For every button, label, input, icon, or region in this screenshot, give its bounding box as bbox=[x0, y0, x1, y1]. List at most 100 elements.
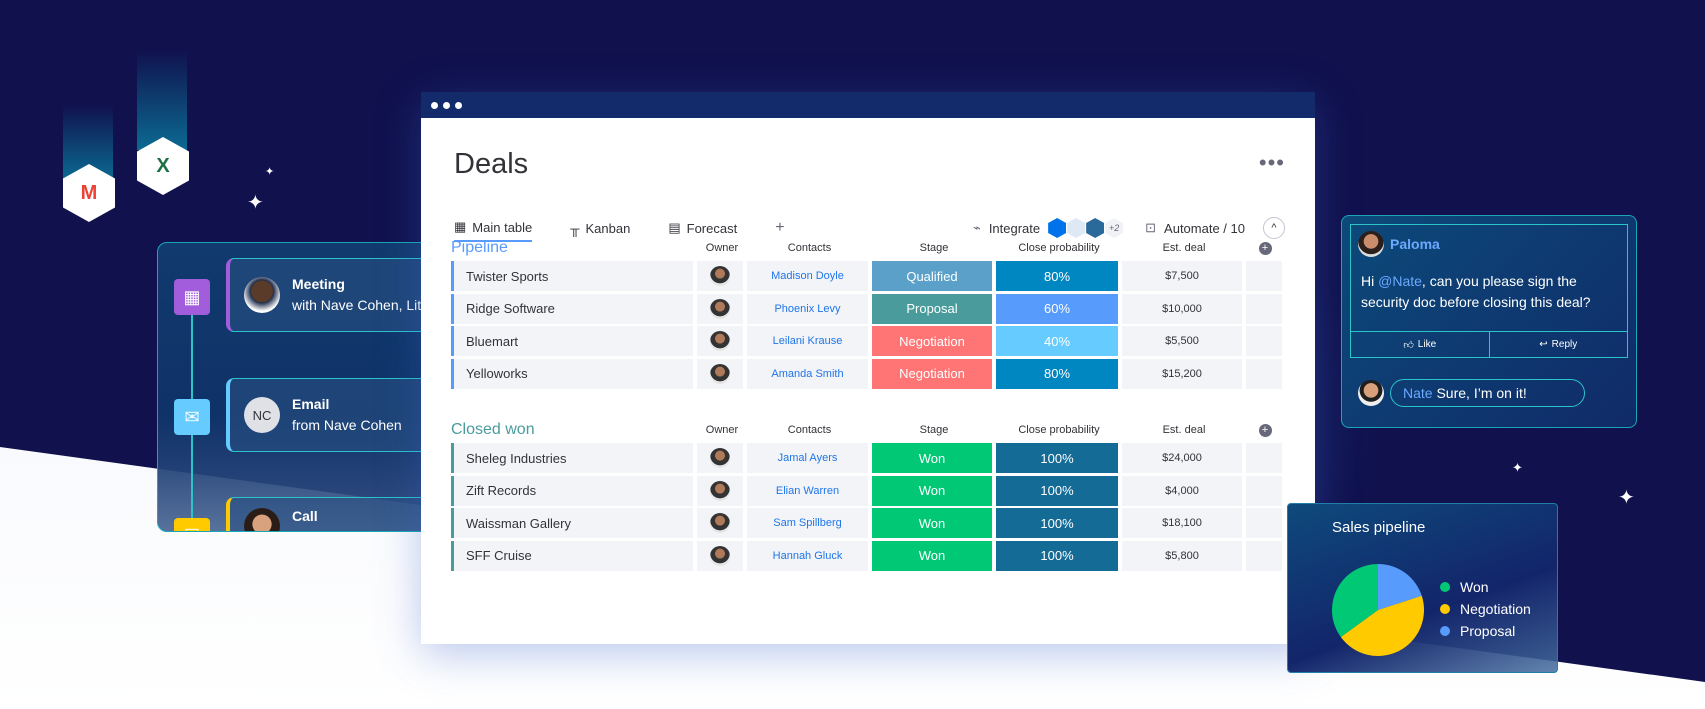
table-row[interactable]: Ridge Software Phoenix Levy Proposal 60%… bbox=[451, 293, 1285, 324]
contact-link[interactable]: Leilani Krause bbox=[747, 326, 868, 356]
column-header-stage[interactable]: Stage bbox=[872, 424, 996, 436]
contact-link[interactable]: Amanda Smith bbox=[747, 358, 868, 389]
empty-cell bbox=[1246, 475, 1282, 506]
est-deal[interactable]: $18,100 bbox=[1122, 508, 1242, 538]
stage-status[interactable]: Negotiation bbox=[872, 358, 992, 389]
legend-label: Negotiation bbox=[1460, 601, 1531, 617]
stage-status[interactable]: Negotiation bbox=[872, 326, 992, 356]
est-deal[interactable]: $10,000 bbox=[1122, 293, 1242, 324]
timeline-item-meeting[interactable]: Meeting with Nave Cohen, Lita bbox=[226, 258, 436, 332]
avatar bbox=[710, 513, 730, 533]
table-row[interactable]: SFF Cruise Hannah Gluck Won 100% $5,800 bbox=[451, 540, 1285, 571]
contact-link[interactable]: Hannah Gluck bbox=[747, 540, 868, 571]
est-deal[interactable]: $5,800 bbox=[1122, 540, 1242, 571]
group-title[interactable]: Pipeline bbox=[451, 239, 697, 257]
stage-status[interactable]: Won bbox=[872, 540, 992, 571]
deal-name[interactable]: Bluemart bbox=[451, 326, 693, 356]
deal-name[interactable]: SFF Cruise bbox=[451, 540, 693, 571]
close-probability[interactable]: 100% bbox=[996, 443, 1118, 473]
column-header-est-deal[interactable]: Est. deal bbox=[1122, 242, 1246, 254]
contact-link[interactable]: Sam Spillberg bbox=[747, 508, 868, 538]
column-header-est-deal[interactable]: Est. deal bbox=[1122, 424, 1246, 436]
more-options-icon[interactable]: ••• bbox=[1259, 150, 1285, 176]
avatar bbox=[710, 298, 730, 319]
contact-link[interactable]: Jamal Ayers bbox=[747, 443, 868, 473]
owner-cell[interactable] bbox=[697, 326, 743, 356]
deal-name[interactable]: Yelloworks bbox=[451, 358, 693, 389]
stage-status[interactable]: Won bbox=[872, 508, 992, 538]
empty-cell bbox=[1246, 293, 1282, 324]
timeline-item-email[interactable]: NC Email from Nave Cohen bbox=[226, 378, 436, 452]
deal-name[interactable]: Ridge Software bbox=[451, 293, 693, 324]
stage-status[interactable]: Won bbox=[872, 475, 992, 506]
owner-cell[interactable] bbox=[697, 508, 743, 538]
automate-button[interactable]: Automate / 10 bbox=[1164, 221, 1245, 236]
owner-cell[interactable] bbox=[697, 475, 743, 506]
comment-card: Paloma Hi @Nate, can you please sign the… bbox=[1350, 224, 1628, 358]
close-probability[interactable]: 80% bbox=[996, 261, 1118, 291]
table-row[interactable]: Sheleg Industries Jamal Ayers Won 100% $… bbox=[451, 443, 1285, 473]
reply-button[interactable]: ↩ Reply bbox=[1488, 332, 1628, 357]
owner-cell[interactable] bbox=[697, 293, 743, 324]
comment-author: Paloma bbox=[1390, 236, 1440, 252]
column-header-close-probability[interactable]: Close probability bbox=[996, 424, 1122, 436]
est-deal[interactable]: $24,000 bbox=[1122, 443, 1242, 473]
column-header-owner[interactable]: Owner bbox=[697, 242, 747, 254]
calendar-icon: ▦ bbox=[174, 279, 210, 315]
owner-cell[interactable] bbox=[697, 443, 743, 473]
column-header-contacts[interactable]: Contacts bbox=[747, 242, 872, 254]
mail-icon: ✉ bbox=[174, 399, 210, 435]
robot-icon: ⊡ bbox=[1145, 220, 1157, 235]
owner-cell[interactable] bbox=[697, 358, 743, 389]
avatar bbox=[710, 363, 730, 384]
owner-cell[interactable] bbox=[697, 540, 743, 571]
stage-status[interactable]: Proposal bbox=[872, 293, 992, 324]
window-titlebar bbox=[421, 92, 1315, 118]
close-probability[interactable]: 60% bbox=[996, 293, 1118, 324]
table-row[interactable]: Waissman Gallery Sam Spillberg Won 100% … bbox=[451, 508, 1285, 538]
empty-cell bbox=[1246, 540, 1282, 571]
est-deal[interactable]: $15,200 bbox=[1122, 358, 1242, 389]
stage-status[interactable]: Qualified bbox=[872, 261, 992, 291]
deal-name[interactable]: Waissman Gallery bbox=[451, 508, 693, 538]
deal-name[interactable]: Twister Sports bbox=[451, 261, 693, 291]
contact-link[interactable]: Elian Warren bbox=[747, 475, 868, 506]
est-deal[interactable]: $7,500 bbox=[1122, 261, 1242, 291]
deal-name[interactable]: Sheleg Industries bbox=[451, 443, 693, 473]
close-probability[interactable]: 100% bbox=[996, 508, 1118, 538]
add-column-button[interactable]: + bbox=[1246, 241, 1284, 255]
close-probability[interactable]: 40% bbox=[996, 326, 1118, 356]
table-icon: ▦ bbox=[454, 219, 467, 234]
column-header-contacts[interactable]: Contacts bbox=[747, 424, 872, 436]
legend-dot bbox=[1440, 604, 1450, 614]
group-title[interactable]: Closed won bbox=[451, 421, 697, 439]
like-button[interactable]: 👍︎ Like bbox=[1351, 332, 1489, 357]
est-deal[interactable]: $5,500 bbox=[1122, 326, 1242, 356]
group-pipeline: Pipeline Owner Contacts Stage Close prob… bbox=[451, 235, 1285, 391]
contact-link[interactable]: Phoenix Levy bbox=[747, 293, 868, 324]
close-probability[interactable]: 100% bbox=[996, 540, 1118, 571]
tab-label: Forecast bbox=[686, 220, 738, 236]
deal-name[interactable]: Zift Records bbox=[451, 475, 693, 506]
est-deal[interactable]: $4,000 bbox=[1122, 475, 1242, 506]
item-detail: from Nave Cohen bbox=[292, 416, 402, 433]
add-column-button[interactable]: + bbox=[1246, 423, 1284, 437]
close-probability[interactable]: 80% bbox=[996, 358, 1118, 389]
mention-link[interactable]: @Nate bbox=[1378, 273, 1422, 289]
close-probability[interactable]: 100% bbox=[996, 475, 1118, 506]
column-header-owner[interactable]: Owner bbox=[697, 424, 747, 436]
stage-status[interactable]: Won bbox=[872, 443, 992, 473]
timeline-item-call[interactable]: Call bbox=[226, 497, 436, 531]
table-row[interactable]: Yelloworks Amanda Smith Negotiation 80% … bbox=[451, 358, 1285, 389]
table-row[interactable]: Zift Records Elian Warren Won 100% $4,00… bbox=[451, 475, 1285, 506]
column-header-stage[interactable]: Stage bbox=[872, 242, 996, 254]
owner-cell[interactable] bbox=[697, 261, 743, 291]
activity-timeline: ▦ ✉ ☐ Meeting with Nave Cohen, Lita NC Em… bbox=[157, 242, 437, 532]
item-type: Call bbox=[292, 508, 318, 524]
column-header-close-probability[interactable]: Close probability bbox=[996, 242, 1122, 254]
table-row[interactable]: Twister Sports Madison Doyle Qualified 8… bbox=[451, 261, 1285, 291]
table-row[interactable]: Bluemart Leilani Krause Negotiation 40% … bbox=[451, 326, 1285, 356]
avatar bbox=[710, 545, 730, 566]
contact-link[interactable]: Madison Doyle bbox=[747, 261, 868, 291]
integrate-button[interactable]: Integrate bbox=[989, 221, 1040, 236]
